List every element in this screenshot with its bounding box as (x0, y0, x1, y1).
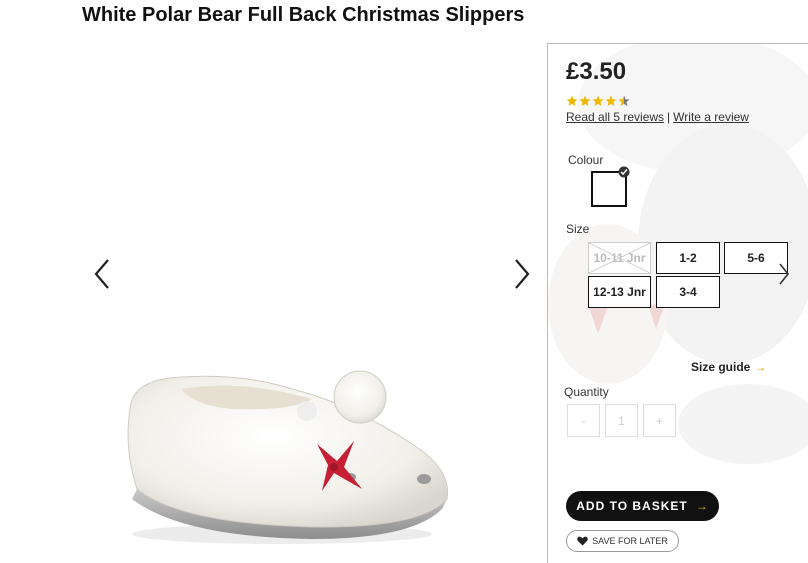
heart-icon (577, 536, 588, 546)
size-option-label: 3-4 (679, 285, 697, 299)
product-title: White Polar Bear Full Back Christmas Sli… (82, 4, 525, 26)
size-option-label: 12-13 Jnr (593, 285, 646, 299)
size-label: Size (566, 222, 590, 236)
gallery-prev-button[interactable] (88, 254, 118, 294)
quantity-increase-button[interactable]: + (643, 404, 676, 437)
quantity-input[interactable]: 1 (605, 404, 638, 437)
reviews-links: Read all 5 reviews | Write a review (566, 110, 749, 124)
quantity-decrease-button[interactable]: - (567, 404, 600, 437)
size-option[interactable]: 3-4 (656, 276, 720, 308)
star-full-icon (566, 95, 578, 106)
quantity-label: Quantity (564, 385, 609, 399)
size-option[interactable]: 1-2 (656, 242, 720, 274)
star-full-icon (592, 95, 604, 106)
unavailable-cross-icon (589, 243, 650, 273)
size-guide-link[interactable]: Size guide → (691, 360, 766, 374)
size-option-label: 5-6 (747, 251, 765, 265)
save-for-later-label: SAVE FOR LATER (592, 536, 668, 546)
star-half-icon (618, 95, 630, 106)
rating-stars (566, 95, 630, 107)
write-review-link[interactable]: Write a review (673, 110, 749, 124)
size-option[interactable]: 12-13 Jnr (588, 276, 651, 308)
size-guide-label: Size guide (691, 360, 751, 374)
reviews-separator: | (667, 110, 671, 124)
star-full-icon (605, 95, 617, 106)
chevron-right-icon (515, 259, 530, 289)
size-scroll-next-icon[interactable] (776, 260, 792, 288)
colour-label: Colour (568, 153, 604, 167)
save-for-later-button[interactable]: SAVE FOR LATER (566, 530, 679, 552)
gallery-next-button[interactable] (506, 254, 536, 294)
check-circle-icon (618, 166, 630, 178)
purchase-panel: £3.50 Read all 5 reviews | Write a review … (547, 43, 808, 563)
star-full-icon (579, 95, 591, 106)
read-reviews-link[interactable]: Read all 5 reviews (566, 110, 664, 124)
size-option[interactable]: 10-11 Jnr (588, 242, 651, 274)
slipper-image (127, 370, 449, 544)
add-to-basket-label: ADD TO BASKET (576, 499, 688, 513)
add-to-basket-button[interactable]: ADD TO BASKET → (566, 491, 719, 521)
price: £3.50 (566, 58, 627, 85)
product-gallery (82, 44, 542, 563)
arrow-right-icon: → (695, 499, 709, 513)
size-option-label: 1-2 (679, 251, 697, 265)
chevron-right-icon: → (754, 360, 767, 374)
chevron-left-icon (94, 259, 109, 289)
